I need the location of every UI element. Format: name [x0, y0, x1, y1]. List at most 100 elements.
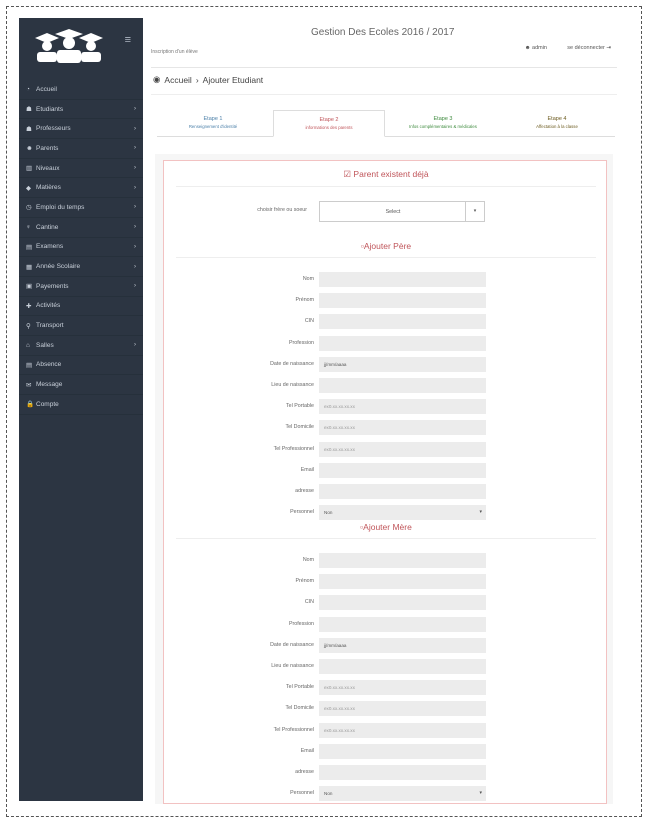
father-input-tel-domicile[interactable]: ex0.xx.xx.xx.xx [319, 420, 486, 436]
mother-input-tel-portable[interactable]: ex0.xx.xx.xx.xx [319, 680, 486, 696]
wizard-steps: Etape 1 Renseignement d'identité Etape 2 in… [157, 110, 615, 137]
mother-input-tel-domicile[interactable]: ex0.xx.xx.xx.xx [319, 701, 486, 717]
mother-input-lieu-de-naissance[interactable] [319, 659, 486, 674]
father-input-personnel[interactable]: Non ▾ [319, 505, 486, 521]
tab-step-1[interactable]: Etape 1 Renseignement d'identité [157, 110, 269, 137]
user-name: admin [532, 45, 547, 51]
sidebar-item-label: Absence [36, 361, 62, 369]
chevron-right-icon: › [134, 224, 136, 231]
sidebar-item-emploi-du-temps[interactable]: ◷ Emploi du temps › [19, 198, 143, 218]
mother-input-pr-nom[interactable] [319, 574, 486, 590]
sidebar-item-cantine[interactable]: ♆ Cantine › [19, 218, 143, 238]
father-input-tel-professionnel[interactable]: ex0.xx.xx.xx.xx [319, 441, 486, 457]
tab-step-4[interactable]: Etape 4 Affectation à la classe [501, 110, 613, 137]
mother-field-row: CIN [164, 595, 608, 611]
menu-toggle-icon[interactable]: ≡ [125, 34, 131, 46]
mother-field-row: Profession [164, 616, 608, 632]
sibling-select-value: Select [385, 209, 401, 215]
sidebar-item-payements[interactable]: ▣ Payements › [19, 277, 143, 297]
father-input-tel-portable[interactable]: ex0.xx.xx.xx.xx [319, 399, 486, 415]
activity-icon: ✚ [26, 302, 32, 310]
chevron-right-icon: › [134, 184, 136, 191]
field-label: Lieu de naissance [271, 382, 314, 388]
sidebar-item-etudiants[interactable]: ☗ Etudiants › [19, 100, 143, 120]
sidebar-item-professeurs[interactable]: ☗ Professeurs › [19, 119, 143, 140]
father-input-lieu-de-naissance[interactable] [319, 378, 486, 393]
sidebar-item-salles[interactable]: ⌂ Salles › [19, 336, 143, 356]
divider [176, 257, 596, 258]
chevron-right-icon: › [195, 74, 199, 85]
mother-field-row: adresse [164, 765, 608, 780]
tab-step-3[interactable]: Etape 3 Infos complémentaires & médicales [387, 110, 499, 137]
caret-down-icon[interactable]: ▾ [465, 202, 484, 221]
back-circle-icon[interactable]: ◉ [153, 74, 160, 85]
step-subtitle: informations des parents [305, 125, 353, 130]
tags-icon: ◆ [26, 184, 31, 192]
father-input-date-de-naissance[interactable]: jj/mm/aaaa [319, 356, 486, 372]
sidebar-item-niveaux[interactable]: ▥ Niveaux › [19, 159, 143, 179]
field-label: Nom [302, 557, 314, 563]
topbar: Gestion Des Ecoles 2016 / 2017 Inscripti… [151, 18, 617, 68]
sidebar-item-compte[interactable]: 🔒 Compte [19, 395, 143, 415]
father-section-toggle[interactable]: ▫Ajouter Père [164, 241, 608, 251]
sidebar-item-parents[interactable]: ☻ Parents › [19, 139, 143, 159]
field-label: Email [300, 747, 314, 754]
sidebar-item-label: Accueil [36, 85, 57, 93]
sidebar-item-label: Niveaux [36, 164, 60, 172]
levels-icon: ▥ [26, 165, 33, 173]
field-label: Profession [288, 339, 314, 346]
field-label: Date de naissance [270, 641, 314, 648]
user-menu[interactable]: ☻ admin [525, 45, 547, 51]
marker-icon: ⚲ [26, 322, 31, 330]
mother-input-personnel[interactable]: Non ▾ [319, 786, 486, 802]
sibling-select[interactable]: Select ▾ [319, 201, 485, 222]
absence-icon: ▤ [26, 361, 33, 369]
chevron-right-icon: › [134, 165, 136, 172]
field-label: adresse [295, 488, 314, 494]
mother-input-tel-professionnel[interactable]: ex0.xx.xx.xx.xx [319, 722, 486, 738]
sidebar-item-mati-res[interactable]: ◆ Matières › [19, 178, 143, 199]
mother-input-cin[interactable] [319, 595, 486, 611]
divider [151, 94, 617, 95]
sidebar-item-ann-e-scolaire[interactable]: ▦ Année Scolaire › [19, 257, 143, 277]
mother-field-row: Personnel Non ▾ [164, 786, 608, 802]
father-input-adresse[interactable] [319, 484, 486, 499]
mother-input-adresse[interactable] [319, 765, 486, 780]
sidebar-item-transport[interactable]: ⚲ Transport [19, 316, 143, 336]
mother-input-profession[interactable] [319, 616, 486, 632]
sidebar-item-message[interactable]: ✉ Message [19, 375, 143, 395]
money-icon: ▣ [26, 283, 33, 291]
parent-exists-checkbox[interactable]: ☑ Parent existent déjà [164, 169, 608, 180]
mother-input-nom[interactable] [319, 553, 486, 568]
mother-field-row: Lieu de naissance [164, 659, 608, 674]
sidebar-item-absence[interactable]: ▤ Absence [19, 356, 143, 376]
mother-section-toggle[interactable]: ▫Ajouter Mère [164, 522, 608, 532]
mother-input-email[interactable] [319, 743, 486, 759]
logout-link[interactable]: se déconnecter ⇥ [567, 45, 611, 51]
sidebar-item-label: Cantine [36, 223, 59, 231]
step-title: Etape 2 [319, 117, 339, 123]
mother-input-date-de-naissance[interactable]: jj/mm/aaaa [319, 637, 486, 653]
students-icon: ☗ [26, 106, 32, 114]
sidebar-item-accueil[interactable]: ◔ Accueil [19, 80, 143, 100]
sidebar: ≡ ◔ Accueil ☗ Etudiants › ☗ Professeurs › ☻ Paren… [19, 18, 143, 801]
father-input-pr-nom[interactable] [319, 293, 486, 309]
cutlery-icon: ♆ [26, 223, 31, 231]
father-input-email[interactable] [319, 462, 486, 478]
father-input-profession[interactable] [319, 335, 486, 351]
father-field-row: Tel Domicile ex0.xx.xx.xx.xx [164, 420, 608, 436]
sidebar-item-examens[interactable]: ▤ Examens › [19, 238, 143, 258]
sidebar-item-activit-s[interactable]: ✚ Activités [19, 297, 143, 317]
father-input-cin[interactable] [319, 314, 486, 330]
breadcrumb-home[interactable]: Accueil [164, 75, 191, 85]
sidebar-item-label: Parents [36, 144, 59, 152]
tab-step-2[interactable]: Etape 2 informations des parents [273, 110, 385, 137]
step-subtitle: Infos complémentaires & médicales [409, 124, 477, 129]
app-title: Gestion Des Ecoles 2016 / 2017 [311, 27, 455, 38]
mother-field-row: Tel Domicile ex0.xx.xx.xx.xx [164, 701, 608, 717]
father-field-row: Email [164, 462, 608, 478]
sidebar-item-label: Payements [36, 282, 69, 290]
sidebar-item-label: Activités [36, 302, 61, 310]
sidebar-nav: ◔ Accueil ☗ Etudiants › ☗ Professeurs › ☻ Parents… [19, 80, 143, 415]
father-input-nom[interactable] [319, 272, 486, 287]
